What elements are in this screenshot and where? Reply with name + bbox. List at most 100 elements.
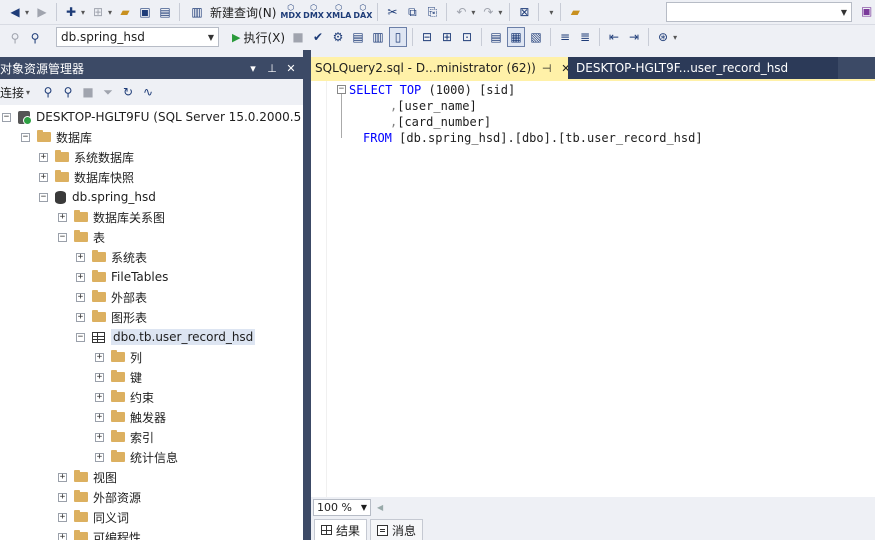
execute-button[interactable]: ▶ 执行(X) <box>232 29 285 46</box>
new-project-icon[interactable]: ✚ <box>62 2 80 22</box>
client-stats-icon[interactable]: ⊡ <box>458 27 476 47</box>
tree-node-triggers[interactable]: + 触发器 <box>95 407 166 427</box>
expand-icon[interactable]: + <box>76 292 85 302</box>
tree-node-databases[interactable]: − 数据库 <box>21 127 92 147</box>
scroll-left-icon[interactable]: ◀ <box>377 503 383 512</box>
collapse-icon[interactable]: − <box>76 332 85 342</box>
collapse-icon[interactable]: − <box>2 112 11 122</box>
tab-messages[interactable]: 消息 <box>370 519 424 540</box>
pin-icon[interactable]: ⊥ <box>264 62 280 75</box>
activity-monitor-icon[interactable]: ⊠ <box>515 2 533 22</box>
tree-node-keys[interactable]: + 键 <box>95 367 142 387</box>
expand-icon[interactable]: + <box>95 432 104 442</box>
connect-plug-icon[interactable]: ⚲ <box>39 82 57 102</box>
uncomment-icon[interactable]: ≣ <box>576 27 594 47</box>
redo-icon[interactable]: ↷ <box>479 2 497 22</box>
chevron-down-icon[interactable]: ▼ <box>208 33 214 42</box>
tree-node-diagrams[interactable]: + 数据库关系图 <box>58 207 165 227</box>
expand-icon[interactable]: + <box>95 372 104 382</box>
save-all-icon[interactable]: ▤ <box>156 2 174 22</box>
specify-template-values-icon[interactable]: ⊛ <box>654 27 672 47</box>
expand-icon[interactable]: + <box>39 172 48 182</box>
increase-indent-icon[interactable]: ⇥ <box>625 27 643 47</box>
zoom-selector[interactable]: 100 % ▼ <box>313 498 371 516</box>
query-designer-icon[interactable]: ▤ <box>349 27 367 47</box>
toolbar-overflow-icon[interactable]: ▾ <box>549 8 553 17</box>
expand-icon[interactable]: + <box>39 152 48 162</box>
tree-node-external-tables[interactable]: + 外部表 <box>76 287 147 307</box>
live-stats-icon[interactable]: ⊞ <box>438 27 456 47</box>
decrease-indent-icon[interactable]: ⇤ <box>605 27 623 47</box>
expand-icon[interactable]: + <box>58 512 67 522</box>
display-plan-icon[interactable]: ⚙ <box>329 27 347 47</box>
database-selector[interactable]: db.spring_hsd ▼ <box>56 27 219 47</box>
filter-icon[interactable]: ⏷ <box>99 82 117 102</box>
expand-icon[interactable]: + <box>95 392 104 402</box>
connect-icon[interactable]: ⚲ <box>6 28 24 48</box>
solution-explorer-icon[interactable]: ▣ <box>861 4 872 18</box>
tree-node-statistics[interactable]: + 统计信息 <box>95 447 178 467</box>
find-in-files-icon[interactable]: ▰ <box>566 2 584 22</box>
undo-icon[interactable]: ↶ <box>452 2 470 22</box>
tree-node-database-snapshots[interactable]: + 数据库快照 <box>39 167 134 187</box>
collapse-icon[interactable]: − <box>39 192 48 202</box>
dmx-query-icon[interactable]: ⬡ DMX <box>303 2 324 22</box>
expand-icon[interactable]: + <box>76 252 85 262</box>
tree-node-system-databases[interactable]: + 系统数据库 <box>39 147 134 167</box>
query-options-icon[interactable]: ▥ <box>369 27 387 47</box>
expand-icon[interactable]: + <box>58 212 67 222</box>
new-project-dropdown-icon[interactable]: ▾ <box>81 8 85 17</box>
tree-node-server[interactable]: − DESKTOP-HGLT9FU (SQL Server 15.0.2000.… <box>2 107 303 127</box>
collapse-icon[interactable]: − <box>21 132 30 142</box>
tree-node-tables[interactable]: − 表 <box>58 227 105 247</box>
undo-dropdown-icon[interactable]: ▾ <box>471 8 475 17</box>
dax-query-icon[interactable]: ⬡ DAX <box>353 2 372 22</box>
results-to-text-icon[interactable]: ▤ <box>487 27 505 47</box>
expand-icon[interactable]: + <box>95 352 104 362</box>
results-to-grid-icon[interactable]: ▦ <box>507 27 526 47</box>
activity-icon[interactable]: ∿ <box>139 82 157 102</box>
tree-node-programmability[interactable]: + 可编程性 <box>58 527 141 540</box>
tree-node-constraints[interactable]: + 约束 <box>95 387 154 407</box>
query-editor[interactable]: − SELECT TOP (1000) [sid] ,[user_name] ,… <box>311 79 875 497</box>
tree-node-graph-tables[interactable]: + 图形表 <box>76 307 147 327</box>
add-item-dropdown-icon[interactable]: ▾ <box>108 8 112 17</box>
expand-icon[interactable]: + <box>95 412 104 422</box>
comment-icon[interactable]: ≡ <box>556 27 574 47</box>
expand-icon[interactable]: + <box>76 312 85 322</box>
tree-node-filetables[interactable]: + FileTables <box>76 267 168 287</box>
paste-icon[interactable]: ⎘ <box>423 2 441 22</box>
copy-icon[interactable]: ⧉ <box>403 2 421 22</box>
panel-splitter[interactable] <box>303 50 311 540</box>
back-dropdown-icon[interactable]: ▾ <box>25 8 29 17</box>
results-to-file-icon[interactable]: ▧ <box>527 27 545 47</box>
include-plan-icon[interactable]: ⊟ <box>418 27 436 47</box>
forward-icon[interactable]: ▶ <box>33 2 51 22</box>
disconnect-icon[interactable]: ⚲ <box>59 82 77 102</box>
expand-icon[interactable]: + <box>58 532 67 540</box>
expand-icon[interactable]: + <box>58 492 67 502</box>
connect-dropdown-icon[interactable]: ▾ <box>26 88 30 97</box>
tree-node-synonyms[interactable]: + 同义词 <box>58 507 129 527</box>
cut-icon[interactable]: ✂ <box>383 2 401 22</box>
tab-sqlquery2[interactable]: SQLQuery2.sql - D...ministrator (62)) ⊣ … <box>311 57 570 79</box>
open-folder-icon[interactable]: ▰ <box>116 2 134 22</box>
connect-button[interactable]: 连接 <box>0 84 24 101</box>
save-icon[interactable]: ▣ <box>136 2 154 22</box>
search-combo[interactable]: ▼ <box>666 2 852 22</box>
parse-icon[interactable]: ✔ <box>309 27 327 47</box>
tab-results[interactable]: 结果 <box>314 519 368 540</box>
window-menu-icon[interactable]: ▾ <box>245 62 261 75</box>
chevron-down-icon[interactable]: ▼ <box>361 503 367 512</box>
mdx-query-icon[interactable]: ⬡ MDX <box>280 2 301 22</box>
toolbar-overflow-icon[interactable]: ▾ <box>673 33 677 42</box>
tree-node-views[interactable]: + 视图 <box>58 467 117 487</box>
chevron-down-icon[interactable]: ▼ <box>841 8 847 17</box>
new-query-button[interactable]: ▥ 新建查询(N) <box>187 2 276 22</box>
expand-icon[interactable]: + <box>95 452 104 462</box>
back-icon[interactable]: ◀ <box>6 2 24 22</box>
tab-user-record-table[interactable]: DESKTOP-HGLT9F...user_record_hsd <box>568 57 838 79</box>
expand-icon[interactable]: + <box>58 472 67 482</box>
tree-node-user-record-table[interactable]: − dbo.tb.user_record_hsd <box>76 327 256 347</box>
stop-icon[interactable]: ■ <box>289 27 307 47</box>
